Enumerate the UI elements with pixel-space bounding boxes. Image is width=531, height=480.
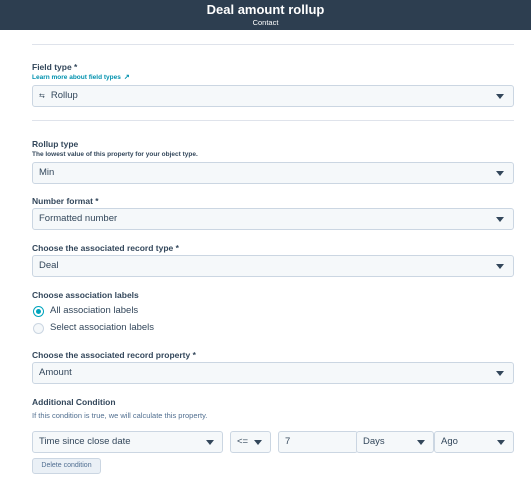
chevron-down-icon: [254, 440, 262, 445]
field-types-link-text[interactable]: Learn more about field types: [32, 74, 121, 81]
condition-direction-value: Ago: [441, 436, 458, 447]
record-property-value: Amount: [39, 367, 72, 378]
rollup-type-select[interactable]: Min: [32, 162, 514, 184]
radio-button[interactable]: [33, 323, 44, 334]
record-type-label: Choose the associated record type *: [32, 243, 179, 253]
rollup-type-value: Min: [39, 167, 55, 178]
record-type-select[interactable]: Deal: [32, 255, 514, 277]
field-type-label: Field type *: [32, 62, 78, 72]
number-format-label: Number format *: [32, 196, 99, 206]
number-format-select[interactable]: Formatted number: [32, 208, 514, 230]
dialog-header: Deal amount rollup Contact: [0, 0, 531, 30]
chevron-down-icon: [496, 264, 504, 269]
condition-direction-select[interactable]: Ago: [434, 431, 514, 453]
radio-label: Select association labels: [50, 322, 155, 333]
condition-amount-value: 7: [285, 436, 291, 447]
chevron-down-icon: [496, 171, 504, 176]
record-type-value: Deal: [39, 260, 59, 271]
additional-condition-help: If this condition is true, we will calcu…: [32, 411, 208, 420]
dialog-subtitle: Contact: [252, 18, 279, 27]
condition-operator-select[interactable]: <=: [230, 431, 271, 453]
chevron-down-icon: [417, 440, 425, 445]
radio-label: All association labels: [50, 305, 139, 316]
association-labels-label: Choose association labels: [32, 290, 139, 300]
dialog-title: Deal amount rollup: [206, 2, 325, 17]
number-format-value: Formatted number: [39, 213, 118, 224]
condition-amount-input[interactable]: 7: [278, 431, 358, 453]
chevron-down-icon: [497, 440, 505, 445]
condition-unit-select[interactable]: Days: [356, 431, 434, 453]
field-types-link[interactable]: Learn more about field types ↗: [32, 73, 130, 81]
chevron-down-icon: [496, 371, 504, 376]
condition-property-select[interactable]: Time since close date: [32, 431, 223, 453]
radio-button-checked[interactable]: [33, 306, 44, 317]
condition-property-value: Time since close date: [39, 436, 131, 447]
delete-condition-button[interactable]: Delete condition: [32, 458, 101, 474]
condition-unit-value: Days: [363, 436, 385, 447]
external-link-icon: ↗: [123, 74, 130, 81]
chevron-down-icon: [206, 440, 214, 445]
field-type-select[interactable]: ⇆ Rollup: [32, 85, 514, 107]
record-property-label: Choose the associated record property *: [32, 350, 196, 360]
rollup-type-label: Rollup type: [32, 139, 79, 149]
section-divider: [32, 120, 514, 121]
rollup-type-help: The lowest value of this property for yo…: [32, 151, 198, 158]
field-type-value: Rollup: [50, 90, 78, 101]
chevron-down-icon: [496, 217, 504, 222]
rollup-icon: ⇆: [39, 93, 45, 100]
record-property-select[interactable]: Amount: [32, 362, 514, 384]
section-divider: [32, 44, 514, 45]
condition-operator-value: <=: [237, 436, 249, 447]
chevron-down-icon: [496, 94, 504, 99]
additional-condition-label: Additional Condition: [32, 397, 116, 407]
